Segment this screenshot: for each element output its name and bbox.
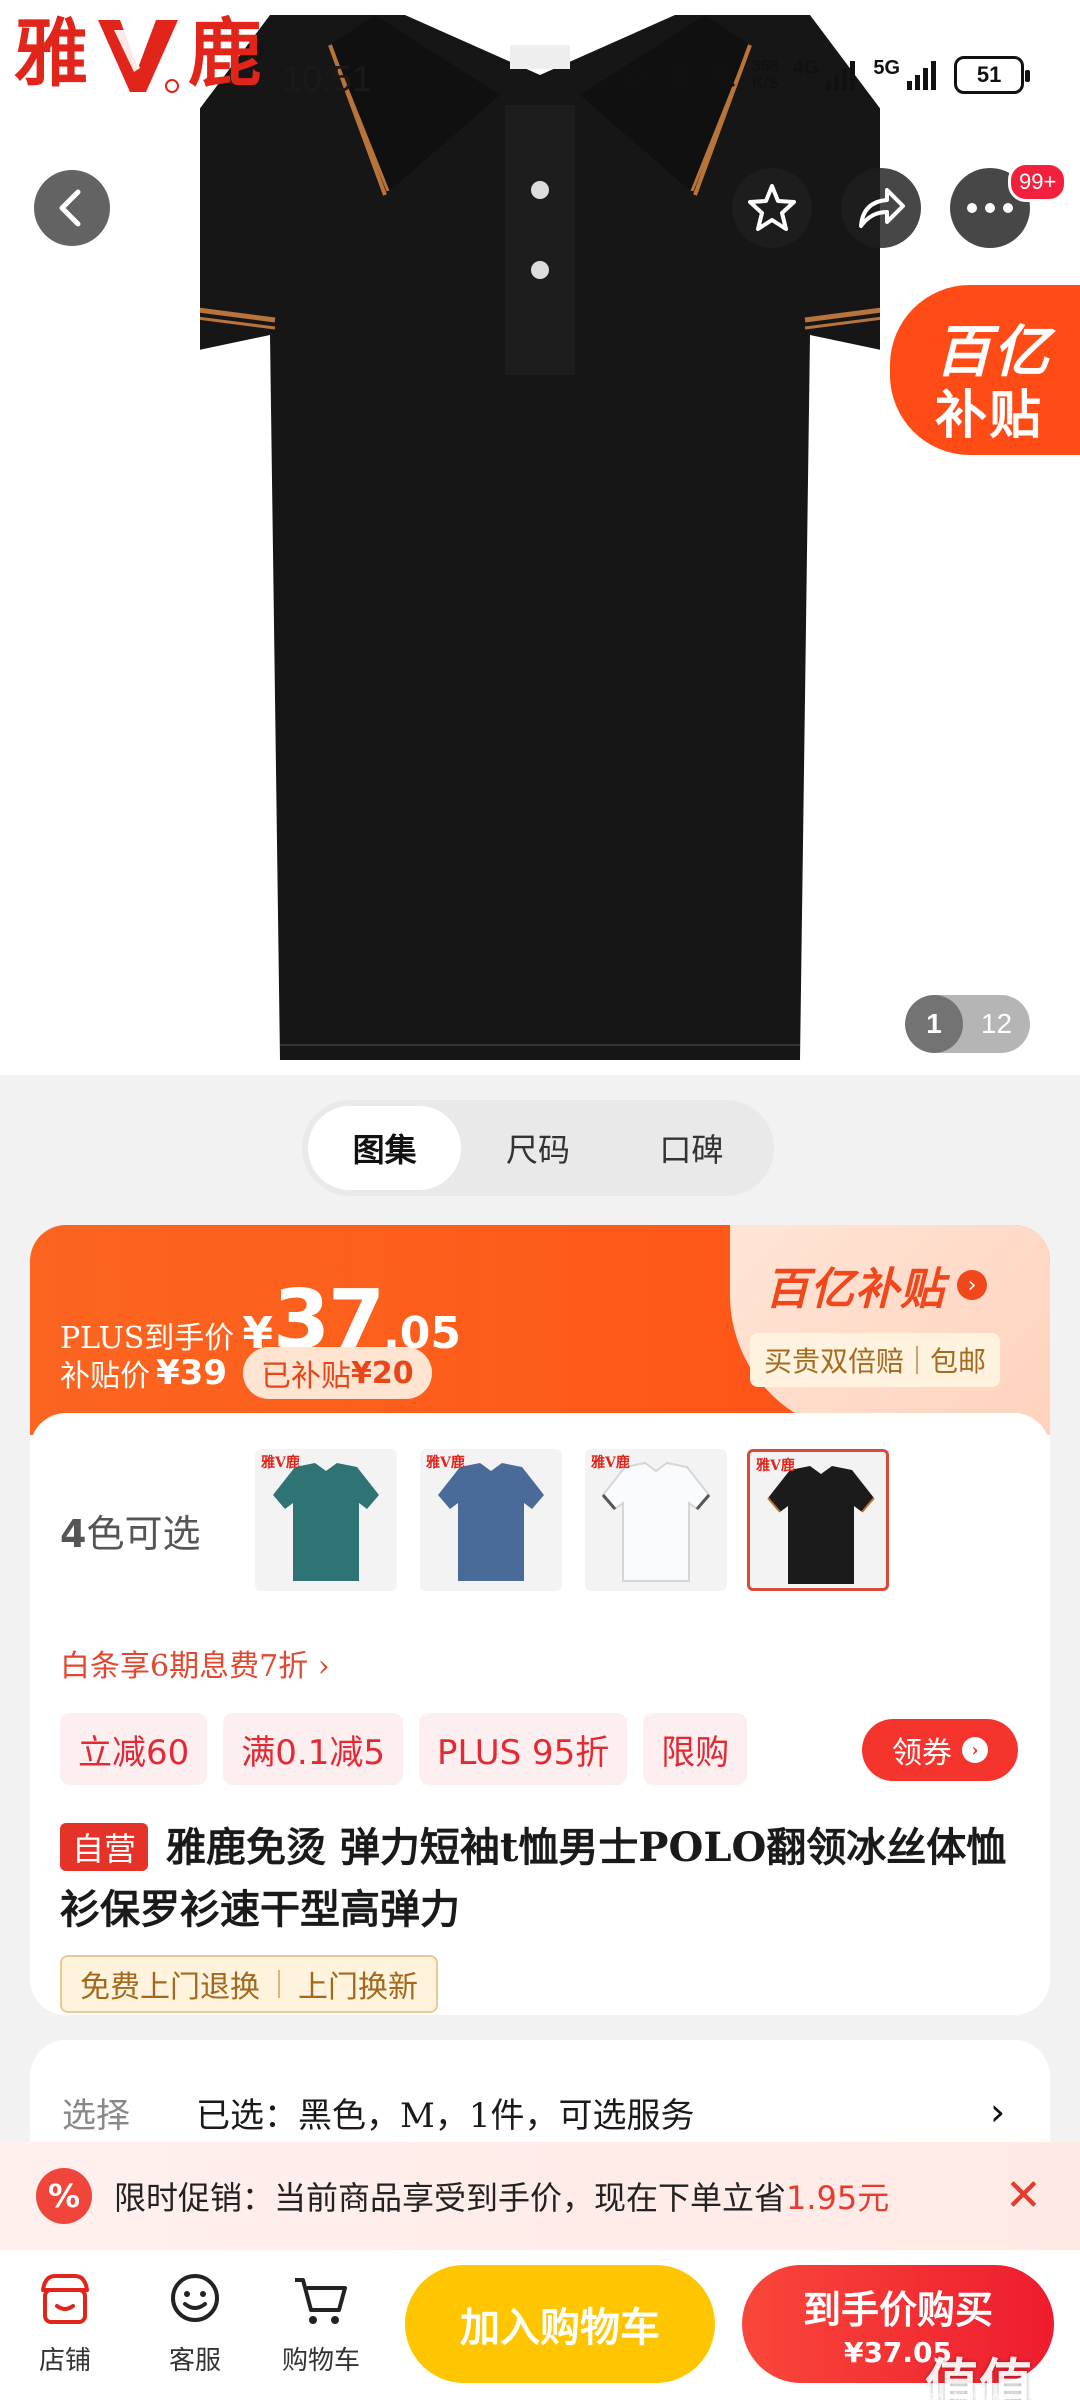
- self-operated-badge: 自营: [60, 1823, 149, 1871]
- product-title: 雅鹿免烫 弹力短袖t恤男士POLO翻领冰丝体恤衫保罗衫速干型高弹力: [60, 1824, 1007, 1933]
- more-dots-icon: [967, 203, 1013, 213]
- installment-offer-link[interactable]: 白条享6期息费7折 ›: [60, 1641, 330, 1685]
- color-swatch-teal[interactable]: 雅V鹿: [255, 1449, 397, 1591]
- product-info: 4色可选 雅V鹿 雅V鹿 雅V鹿 雅V鹿 白条享6期息费7折 › 立减60 满0…: [30, 1413, 1050, 2015]
- service-replace-new: 上门换新: [298, 1970, 418, 2005]
- subsidy-saved-badge: 已补贴 ¥20: [242, 1347, 432, 1399]
- status-icons: 368 K/S 4G 5G 51: [620, 56, 1031, 94]
- subsidy-program-name: 百亿补贴: [765, 1264, 945, 1315]
- subsidy-badge-line2: 补贴: [935, 386, 1044, 446]
- add-to-cart-button[interactable]: 加入购物车: [405, 2265, 715, 2383]
- tab-reviews[interactable]: 口碑: [615, 1106, 768, 1190]
- signal-label-1: 4G: [792, 56, 820, 79]
- status-time: 10:51: [282, 58, 373, 99]
- discount-percent-icon: %: [36, 2168, 92, 2224]
- promo-tags: 立减60 满0.1减5 PLUS 95折 限购: [60, 1713, 748, 1785]
- signal-bars-icon: [826, 61, 856, 90]
- chevron-left-icon: [59, 189, 81, 227]
- mute-icon: [711, 62, 736, 88]
- close-icon[interactable]: ✕: [1005, 2170, 1042, 2221]
- nav-store-label: 店铺: [38, 2346, 91, 2376]
- swatch-brand-logo: 雅V鹿: [426, 1455, 465, 1471]
- chevron-right-icon: ›: [990, 2090, 1006, 2134]
- color-swatch-blue[interactable]: 雅V鹿: [420, 1449, 562, 1591]
- cart-icon: [295, 2278, 347, 2324]
- image-counter-current: 1: [905, 995, 963, 1053]
- nav-customer-service[interactable]: 客服: [140, 2268, 250, 2377]
- watermark-url: zhizhizhi.com: [930, 2390, 1012, 2400]
- color-count-label[interactable]: 4色可选: [60, 1503, 200, 1558]
- promo-tag-instant-discount[interactable]: 立减60: [60, 1713, 208, 1785]
- network-speed-value: 368: [752, 58, 779, 75]
- subsidy-price-line: 补贴价 ¥39 已补贴 ¥20: [60, 1347, 432, 1399]
- guarantee-free-shipping: 包邮: [930, 1345, 987, 1378]
- divider: [916, 1346, 919, 1374]
- service-tags[interactable]: 免费上门退换 上门换新: [60, 1955, 438, 2013]
- promo-tag-limited[interactable]: 限购: [643, 1713, 748, 1785]
- bottom-action-bar: 店铺 客服 购物车 加入购物车 到手价购买 ¥37.05: [0, 2250, 1080, 2400]
- battery-indicator: 51: [954, 56, 1031, 94]
- swatch-brand-logo: 雅V鹿: [261, 1455, 300, 1471]
- selection-value: 已选：黑色，M，1件，可选服务: [196, 2096, 695, 2136]
- color-count-text: 色可选: [86, 1512, 201, 1556]
- status-bar: 10:51 368 K/S 4G 5G 51: [0, 40, 1080, 120]
- favorite-button[interactable]: [732, 168, 812, 248]
- color-swatch-white[interactable]: 雅V鹿: [585, 1449, 727, 1591]
- signal-label-2: 5G: [873, 56, 901, 79]
- divider: [278, 1970, 280, 1998]
- get-coupon-button[interactable]: 领券 ›: [862, 1719, 1018, 1781]
- promotion-banner[interactable]: % 限时促销：当前商品享受到手价，现在下单立省1.95元 ✕: [0, 2142, 1080, 2250]
- image-counter-total: 12: [980, 1008, 1013, 1039]
- bluetooth-icon: [671, 60, 688, 90]
- color-swatch-black[interactable]: 雅V鹿: [747, 1449, 889, 1591]
- subsidy-program-link[interactable]: 百亿补贴 ›: [765, 1253, 987, 1317]
- share-button[interactable]: [841, 168, 921, 248]
- subsidy-badge[interactable]: 百亿 补贴: [890, 285, 1080, 455]
- guarantee-double-refund: 买贵双倍赔: [764, 1345, 905, 1378]
- service-free-return: 免费上门退换: [80, 1970, 260, 2005]
- tab-size[interactable]: 尺码: [461, 1106, 614, 1190]
- selection-label: 选择: [62, 2096, 130, 2136]
- nav-cart[interactable]: 购物车: [266, 2268, 376, 2377]
- get-coupon-label: 领券: [892, 1736, 952, 1771]
- nav-cart-label: 购物车: [281, 2346, 360, 2376]
- battery-level: 51: [976, 62, 1002, 87]
- price-header: PLUS到手价 ¥ 37 .05 补贴价 ¥39 已补贴 ¥20 百亿补贴 › …: [30, 1225, 1050, 1435]
- network-speed: 368 K/S: [752, 58, 779, 92]
- guarantee-tag: 买贵双倍赔 包邮: [750, 1333, 1001, 1387]
- notification-badge: 99+: [1008, 162, 1068, 202]
- promotion-saving: 1.95元: [786, 2179, 890, 2217]
- network-speed-unit: K/S: [752, 75, 779, 92]
- promo-tag-plus-discount[interactable]: PLUS 95折: [418, 1713, 628, 1785]
- back-button[interactable]: [34, 170, 110, 246]
- price-card: PLUS到手价 ¥ 37 .05 补贴价 ¥39 已补贴 ¥20 百亿补贴 › …: [30, 1225, 1050, 2015]
- buy-now-label: 到手价购买: [802, 2288, 993, 2332]
- promotion-message: 限时促销：当前商品享受到手价，现在下单立省: [114, 2179, 787, 2217]
- media-tabs: 图集 尺码 口碑: [302, 1100, 774, 1196]
- store-icon: [41, 2274, 89, 2324]
- alarm-icon: [623, 64, 647, 88]
- swatch-brand-logo: 雅V鹿: [591, 1455, 630, 1471]
- star-icon: [748, 184, 796, 231]
- subsidy-price-value: ¥39: [156, 1353, 227, 1393]
- swatch-brand-logo: 雅V鹿: [756, 1458, 795, 1474]
- image-counter: 1 12: [905, 995, 1030, 1053]
- product-image-gallery[interactable]: 雅 鹿 10:51 368 K/S 4G 5G 51 99+ 百亿 补贴 1 1…: [0, 0, 1080, 1075]
- subsidy-saved-amount: ¥20: [350, 1355, 414, 1391]
- share-arrow-icon: [859, 188, 905, 228]
- subsidy-price-label: 补贴价: [60, 1359, 150, 1394]
- chevron-right-icon: ›: [962, 1737, 988, 1763]
- tab-gallery[interactable]: 图集: [308, 1106, 462, 1190]
- nav-store[interactable]: 店铺: [10, 2268, 120, 2377]
- signal-bars-icon: [907, 61, 937, 90]
- subsidy-saved-prefix: 已补贴: [260, 1359, 351, 1394]
- color-count-number: 4: [60, 1512, 87, 1556]
- chevron-right-icon: ›: [957, 1270, 987, 1300]
- customer-service-icon: [171, 2274, 219, 2322]
- nav-service-label: 客服: [168, 2346, 221, 2376]
- promotion-text: 限时促销：当前商品享受到手价，现在下单立省1.95元: [114, 2173, 889, 2219]
- promo-tag-threshold-discount[interactable]: 满0.1减5: [223, 1713, 403, 1785]
